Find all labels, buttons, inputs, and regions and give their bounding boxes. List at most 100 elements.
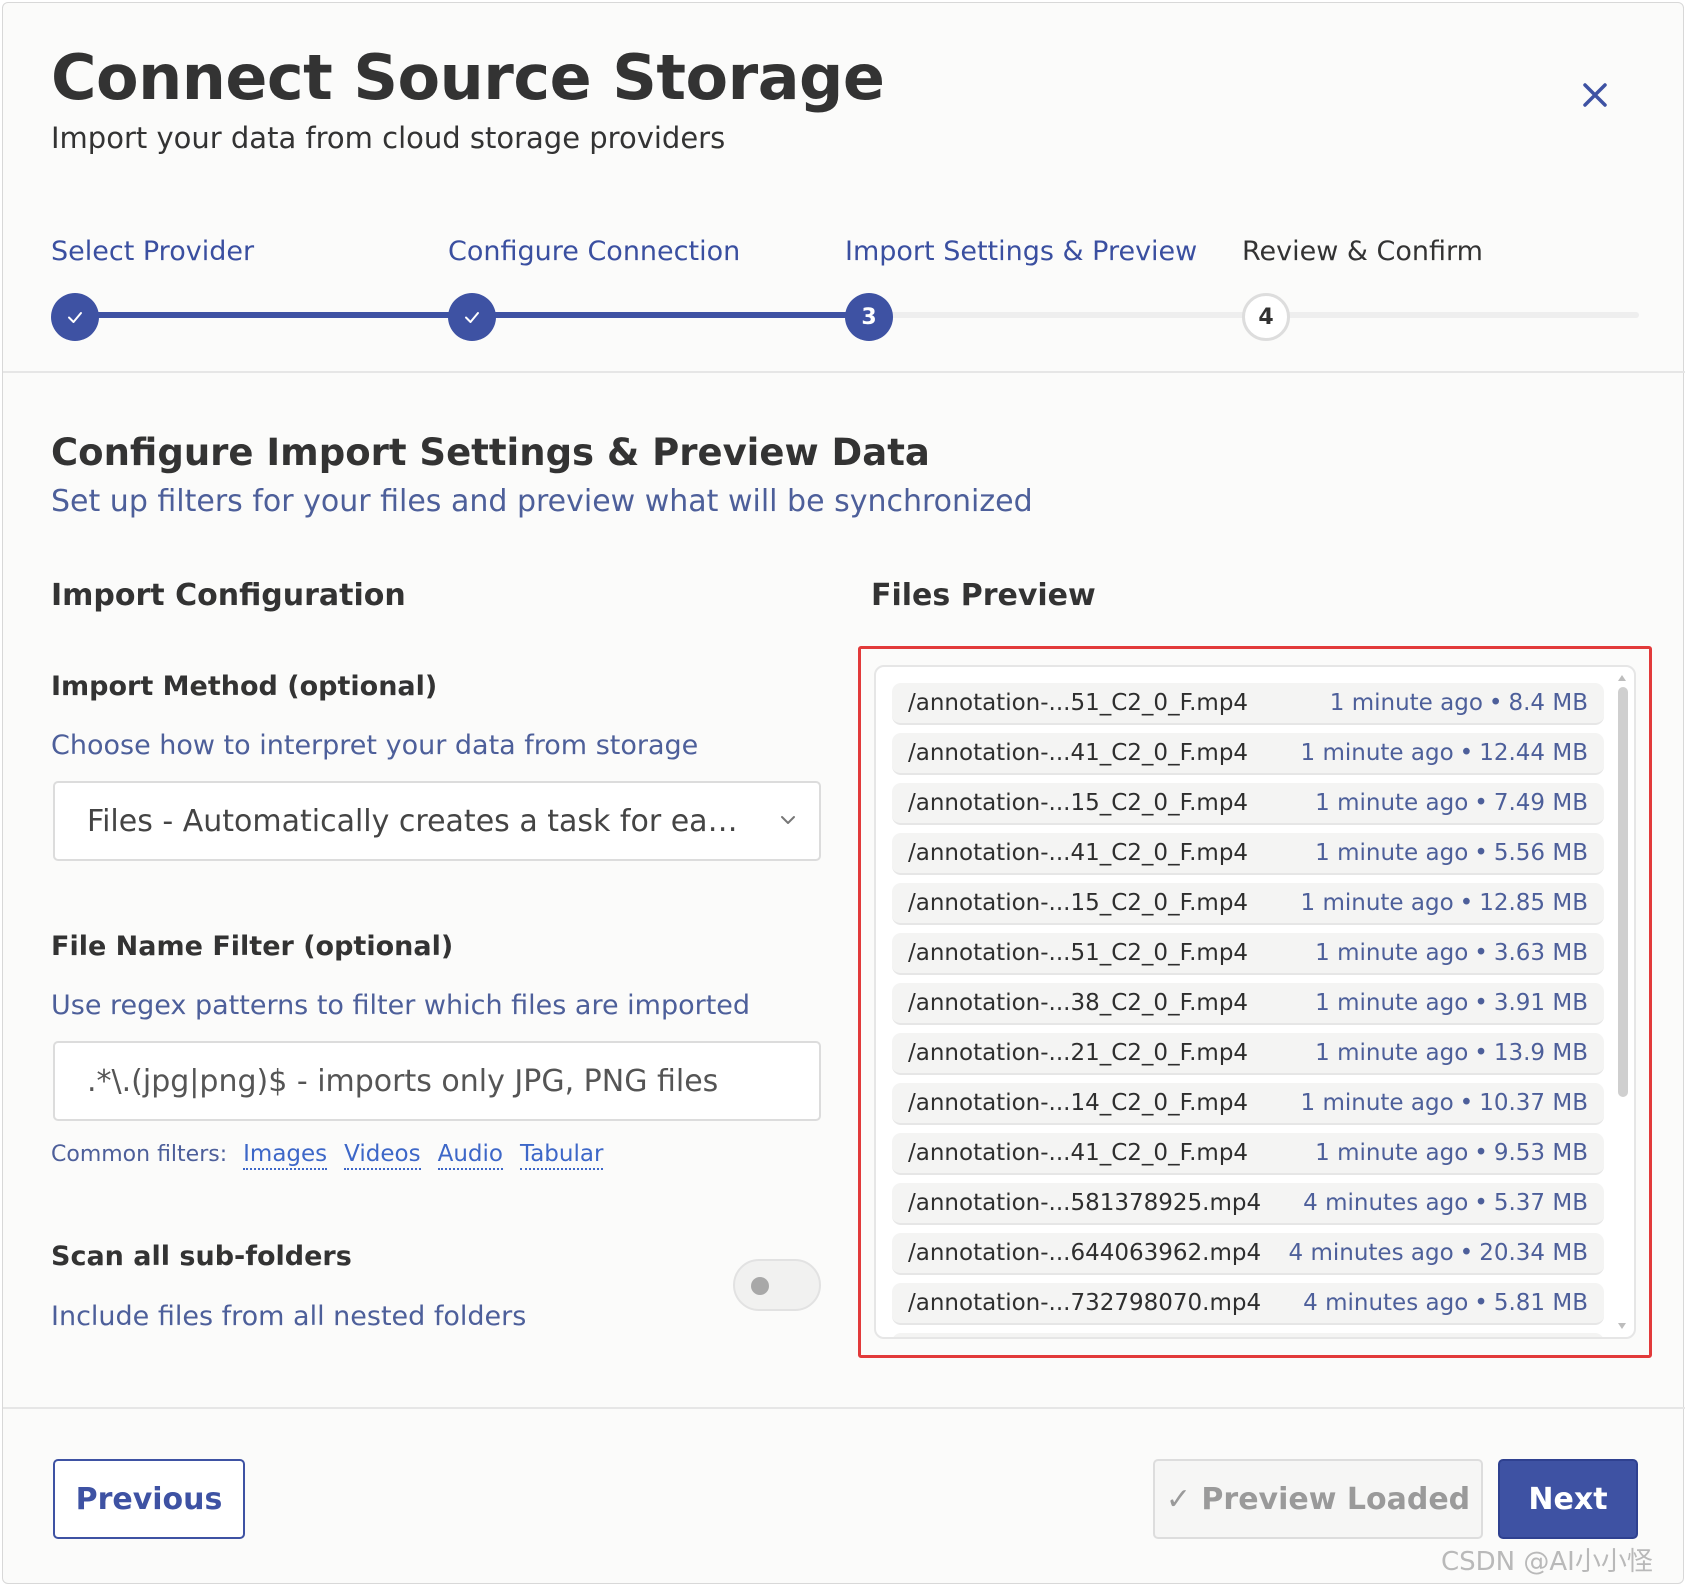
- filter-link-images[interactable]: Images: [243, 1141, 328, 1170]
- import-method-help: Choose how to interpret your data from s…: [51, 730, 699, 761]
- filter-link-videos[interactable]: Videos: [344, 1141, 421, 1170]
- import-method-value: Files - Automatically creates a task for…: [87, 803, 747, 839]
- close-icon: [1583, 83, 1607, 107]
- file-row[interactable]: /annotation-...21_C2_0_F.mp4 1 minute ag…: [892, 1033, 1604, 1075]
- filter-link-audio[interactable]: Audio: [437, 1141, 503, 1170]
- file-list: /annotation-...51_C2_0_F.mp4 1 minute ag…: [892, 683, 1604, 1337]
- file-size: 5.56 MB: [1493, 840, 1588, 866]
- file-row-partial[interactable]: [892, 1333, 1604, 1337]
- check-icon: [465, 312, 479, 323]
- chevron-down-icon: [781, 816, 795, 824]
- file-size: 12.85 MB: [1479, 890, 1588, 916]
- file-row[interactable]: /annotation-...14_C2_0_F.mp4 1 minute ag…: [892, 1083, 1604, 1125]
- file-name: /annotation-...51_C2_0_F.mp4: [908, 690, 1249, 716]
- file-row[interactable]: /annotation-...51_C2_0_F.mp4 1 minute ag…: [892, 683, 1604, 725]
- file-time: 1 minute ago: [1300, 1090, 1454, 1116]
- file-meta: 4 minutes ago • 5.81 MB: [1303, 1290, 1588, 1316]
- scroll-down-arrow[interactable]: [1618, 1323, 1626, 1329]
- file-row[interactable]: /annotation-...41_C2_0_F.mp4 1 minute ag…: [892, 1133, 1604, 1175]
- file-row[interactable]: /annotation-...38_C2_0_F.mp4 1 minute ag…: [892, 983, 1604, 1025]
- scan-subfolders-toggle[interactable]: [733, 1259, 821, 1311]
- file-meta: 1 minute ago • 9.53 MB: [1315, 1140, 1588, 1166]
- file-name: /annotation-...732798070.mp4: [908, 1290, 1262, 1316]
- step-3-label[interactable]: Import Settings & Preview: [845, 236, 1197, 267]
- common-filters: Common filters: Images Videos Audio Tabu…: [51, 1141, 620, 1170]
- file-row[interactable]: /annotation-...581378925.mp4 4 minutes a…: [892, 1183, 1604, 1225]
- file-row[interactable]: /annotation-...41_C2_0_F.mp4 1 minute ag…: [892, 833, 1604, 875]
- step-2-label[interactable]: Configure Connection: [448, 236, 740, 267]
- step-3-marker[interactable]: 3: [845, 293, 893, 341]
- file-name: /annotation-...51_C2_0_F.mp4: [908, 940, 1249, 966]
- files-preview-highlight: /annotation-...51_C2_0_F.mp4 1 minute ag…: [858, 646, 1652, 1358]
- file-name: /annotation-...21_C2_0_F.mp4: [908, 1040, 1249, 1066]
- file-meta: 4 minutes ago • 20.34 MB: [1288, 1240, 1588, 1266]
- file-size: 5.81 MB: [1493, 1290, 1588, 1316]
- file-meta: 1 minute ago • 12.44 MB: [1300, 740, 1589, 766]
- file-time: 1 minute ago: [1315, 790, 1469, 816]
- step-1-label[interactable]: Select Provider: [51, 236, 254, 267]
- file-meta: 1 minute ago • 8.4 MB: [1329, 690, 1588, 716]
- scan-subfolders-label: Scan all sub-folders: [51, 1241, 352, 1272]
- file-row[interactable]: /annotation-...15_C2_0_F.mp4 1 minute ag…: [892, 883, 1604, 925]
- import-method-select[interactable]: Files - Automatically creates a task for…: [53, 781, 821, 861]
- file-row[interactable]: /annotation-...15_C2_0_F.mp4 1 minute ag…: [892, 783, 1604, 825]
- file-meta: 1 minute ago • 10.37 MB: [1300, 1090, 1589, 1116]
- watermark: CSDN @AI小小怪: [1441, 1547, 1653, 1577]
- file-row[interactable]: /annotation-...41_C2_0_F.mp4 1 minute ag…: [892, 733, 1604, 775]
- dialog-title: Connect Source Storage: [51, 41, 885, 114]
- file-time: 1 minute ago: [1300, 890, 1454, 916]
- step-4-label[interactable]: Review & Confirm: [1242, 236, 1483, 267]
- files-preview-panel[interactable]: /annotation-...51_C2_0_F.mp4 1 minute ag…: [874, 665, 1636, 1339]
- common-filters-label: Common filters:: [51, 1142, 228, 1167]
- file-meta: 1 minute ago • 13.9 MB: [1315, 1040, 1588, 1066]
- section-title: Configure Import Settings & Preview Data: [51, 431, 930, 474]
- file-name: /annotation-...41_C2_0_F.mp4: [908, 840, 1249, 866]
- file-meta: 4 minutes ago • 5.37 MB: [1303, 1190, 1588, 1216]
- file-size: 20.34 MB: [1479, 1240, 1588, 1266]
- header-divider: [3, 371, 1685, 373]
- file-meta: 1 minute ago • 3.91 MB: [1315, 990, 1588, 1016]
- file-size: 5.37 MB: [1493, 1190, 1588, 1216]
- file-meta: 1 minute ago • 7.49 MB: [1315, 790, 1588, 816]
- file-name: /annotation-...581378925.mp4: [908, 1190, 1262, 1216]
- import-config-heading: Import Configuration: [51, 578, 406, 613]
- file-size: 10.37 MB: [1479, 1090, 1588, 1116]
- filter-link-tabular[interactable]: Tabular: [519, 1141, 604, 1170]
- file-time: 1 minute ago: [1329, 690, 1483, 716]
- preview-loaded-button[interactable]: ✓ Preview Loaded: [1153, 1459, 1483, 1539]
- file-row[interactable]: /annotation-...732798070.mp4 4 minutes a…: [892, 1283, 1604, 1325]
- file-size: 7.49 MB: [1493, 790, 1588, 816]
- file-filter-input[interactable]: [53, 1041, 821, 1121]
- footer-divider: [3, 1407, 1685, 1409]
- step-1-marker[interactable]: [51, 293, 99, 341]
- preview-scrollbar[interactable]: [1618, 687, 1628, 1097]
- file-time: 1 minute ago: [1315, 840, 1469, 866]
- file-size: 9.53 MB: [1493, 1140, 1588, 1166]
- file-size: 12.44 MB: [1479, 740, 1588, 766]
- file-size: 8.4 MB: [1508, 690, 1588, 716]
- scan-subfolders-help: Include files from all nested folders: [51, 1301, 527, 1332]
- file-meta: 1 minute ago • 5.56 MB: [1315, 840, 1588, 866]
- file-size: 13.9 MB: [1493, 1040, 1588, 1066]
- file-row[interactable]: /annotation-...644063962.mp4 4 minutes a…: [892, 1233, 1604, 1275]
- check-icon: [68, 312, 82, 323]
- files-preview-heading: Files Preview: [871, 578, 1096, 613]
- file-filter-label: File Name Filter (optional): [51, 931, 454, 962]
- file-name: /annotation-...644063962.mp4: [908, 1240, 1262, 1266]
- file-time: 1 minute ago: [1300, 740, 1454, 766]
- step-4-marker[interactable]: 4: [1242, 293, 1290, 341]
- step-2-marker[interactable]: [448, 293, 496, 341]
- file-row[interactable]: /annotation-...51_C2_0_F.mp4 1 minute ag…: [892, 933, 1604, 975]
- previous-button[interactable]: Previous: [53, 1459, 245, 1539]
- file-name: /annotation-...38_C2_0_F.mp4: [908, 990, 1249, 1016]
- file-name: /annotation-...41_C2_0_F.mp4: [908, 1140, 1249, 1166]
- file-size: 3.91 MB: [1493, 990, 1588, 1016]
- file-time: 1 minute ago: [1315, 1040, 1469, 1066]
- file-time: 4 minutes ago: [1303, 1290, 1469, 1316]
- scroll-up-arrow[interactable]: [1618, 675, 1626, 681]
- section-subtitle: Set up filters for your files and previe…: [51, 484, 1033, 519]
- next-button[interactable]: Next: [1498, 1459, 1638, 1539]
- file-time: 4 minutes ago: [1288, 1240, 1454, 1266]
- close-button[interactable]: [1573, 73, 1617, 117]
- toggle-knob: [751, 1277, 769, 1295]
